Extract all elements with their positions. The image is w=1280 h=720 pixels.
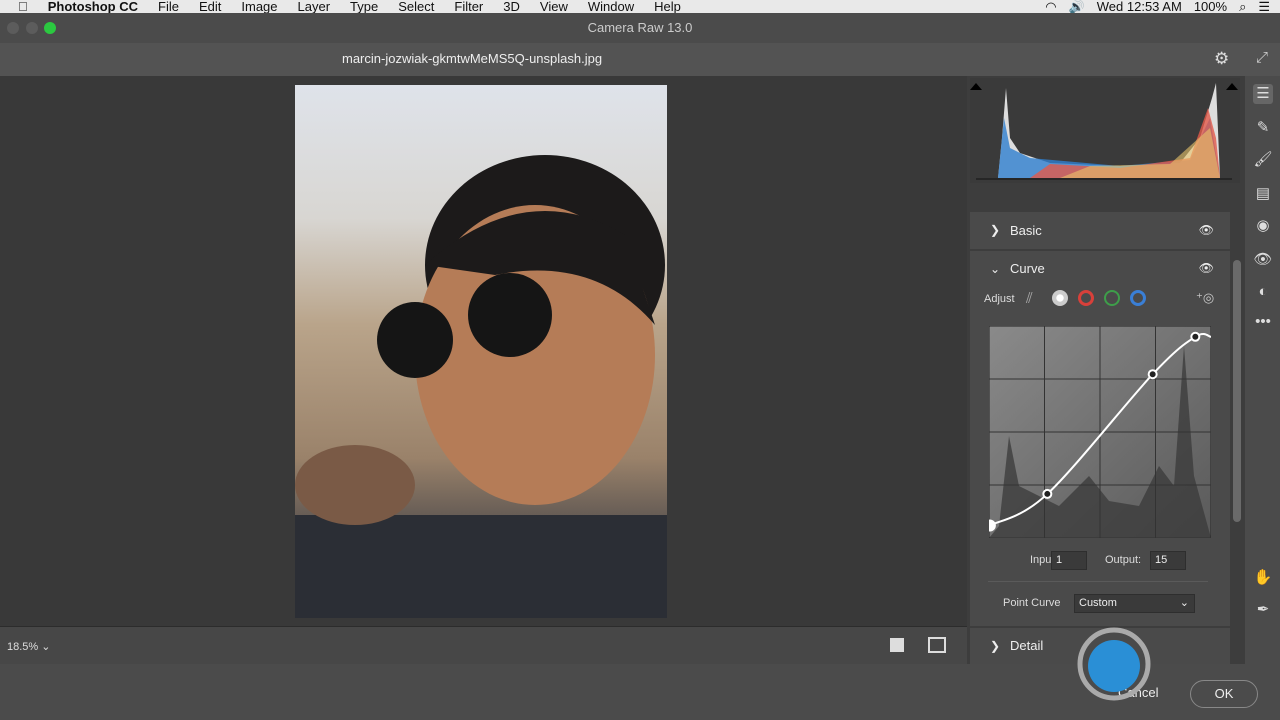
menu-app[interactable]: Photoshop CC	[38, 0, 148, 13]
point-curve-label: Point Curve	[1003, 597, 1061, 609]
apple-icon[interactable]: 	[0, 0, 38, 13]
point-curve-select[interactable]: Custom ⌄	[1074, 594, 1195, 613]
menu-view[interactable]: View	[530, 0, 578, 13]
menu-type[interactable]: Type	[340, 0, 388, 13]
more-icon[interactable]: •••	[1253, 312, 1273, 332]
menu-window[interactable]: Window	[578, 0, 644, 13]
fullscreen-icon[interactable]: ⤢	[1256, 49, 1268, 66]
menu-image[interactable]: Image	[231, 0, 287, 13]
adjust-label: Adjust	[984, 293, 1015, 305]
list-icon[interactable]: ☰	[1258, 0, 1270, 13]
basic-label: Basic	[1010, 223, 1042, 238]
parametric-curve-icon[interactable]: ⫽	[1026, 290, 1033, 307]
menu-bar:  Photoshop CC File Edit Image Layer Typ…	[0, 0, 1280, 13]
tone-curve-graph[interactable]	[989, 326, 1211, 538]
panel-scrollbar[interactable]	[1233, 260, 1241, 522]
gradient-filter-icon[interactable]: ▤	[1253, 184, 1273, 204]
zoom-level: 18.5%	[7, 641, 39, 653]
brush-icon[interactable]: 🖌	[1253, 150, 1273, 170]
chevron-down-icon[interactable]: ⌄	[990, 262, 1000, 276]
curve-point[interactable]	[1042, 488, 1053, 499]
wifi-icon[interactable]: ◠	[1045, 0, 1056, 13]
curve-point[interactable]	[1190, 331, 1201, 342]
cancel-button[interactable]: Cancel	[1118, 685, 1158, 700]
highlight-clipping-icon[interactable]	[1226, 83, 1238, 90]
green-channel-icon[interactable]	[1104, 290, 1120, 306]
output-field[interactable]: 15	[1150, 551, 1186, 570]
battery[interactable]: 100%	[1194, 0, 1227, 13]
ok-button[interactable]: OK	[1190, 680, 1258, 708]
zoom-level-select[interactable]: 18.5% ⌄	[7, 640, 50, 653]
point-curve-value: Custom	[1079, 597, 1117, 609]
chevron-down-icon: ⌄	[1179, 597, 1189, 609]
menu-select[interactable]: Select	[388, 0, 444, 13]
point-curve-rgb-icon[interactable]	[1052, 290, 1068, 306]
presets-icon[interactable]: ◐	[1253, 282, 1273, 302]
output-label: Output:	[1105, 554, 1142, 566]
shadow-clipping-icon[interactable]	[970, 83, 982, 90]
menu-3d[interactable]: 3D	[493, 0, 530, 13]
single-view-icon[interactable]	[890, 638, 904, 652]
file-bar: marcin-jozwiak-gkmtwMeMS5Q-unsplash.jpg …	[0, 43, 1280, 76]
minimize-button[interactable]	[26, 22, 38, 34]
menu-layer[interactable]: Layer	[288, 0, 341, 13]
targeted-adjustment-icon[interactable]: ⁺◎	[1196, 290, 1214, 306]
basic-section-header[interactable]: ❯ Basic 👁	[970, 212, 1230, 249]
menu-help[interactable]: Help	[644, 0, 691, 13]
filename: marcin-jozwiak-gkmtwMeMS5Q-unsplash.jpg	[342, 51, 603, 66]
window-title: Camera Raw 13.0	[0, 13, 1280, 43]
radial-filter-icon[interactable]: ◉	[1253, 216, 1273, 236]
red-channel-icon[interactable]	[1078, 290, 1094, 306]
red-eye-icon[interactable]: 👁	[1253, 250, 1273, 270]
divider	[988, 581, 1208, 582]
chevron-right-icon: ❯	[990, 223, 1001, 237]
histogram	[970, 78, 1240, 183]
curve-point[interactable]	[1147, 369, 1158, 380]
close-button[interactable]	[7, 22, 19, 34]
eyedropper-icon[interactable]: ✒	[1253, 600, 1273, 620]
photo-preview[interactable]	[295, 85, 667, 618]
clock[interactable]: Wed 12:53 AM	[1097, 0, 1182, 13]
menu-edit[interactable]: Edit	[189, 0, 231, 13]
input-field[interactable]: 1	[1051, 551, 1087, 570]
zoom-button[interactable]	[44, 22, 56, 34]
bottom-toolbar: 18.5% ⌄	[0, 626, 967, 664]
hand-icon[interactable]: ✋	[1253, 568, 1273, 588]
edit-sliders-icon[interactable]: ☰	[1253, 84, 1273, 104]
menu-filter[interactable]: Filter	[444, 0, 493, 13]
healing-icon[interactable]: ✎	[1253, 118, 1273, 138]
tool-strip: ☰ ✎ 🖌 ▤ ◉ 👁 ◐ ••• ✋ ✒	[1245, 76, 1280, 664]
curve-label: Curve	[1010, 261, 1045, 276]
before-after-icon[interactable]	[928, 637, 946, 653]
gear-icon[interactable]: ⚙	[1214, 49, 1229, 69]
curve-point[interactable]	[989, 519, 996, 532]
eye-icon[interactable]: 👁	[1199, 223, 1214, 237]
volume-icon[interactable]: 🔊	[1069, 0, 1085, 13]
search-icon[interactable]: ⌕	[1239, 0, 1246, 13]
curve-section: ⌄ Curve 👁 Adjust ⫽ ⁺◎ Input: 1 Output: 1…	[970, 251, 1230, 626]
detail-section-header[interactable]: ❯ Detail	[970, 628, 1230, 664]
blue-channel-icon[interactable]	[1130, 290, 1146, 306]
chevron-right-icon: ❯	[990, 639, 1001, 653]
eye-icon[interactable]: 👁	[1199, 261, 1214, 275]
detail-label: Detail	[1010, 638, 1044, 653]
menu-file[interactable]: File	[148, 0, 189, 13]
footer: Cancel OK	[0, 664, 1280, 720]
